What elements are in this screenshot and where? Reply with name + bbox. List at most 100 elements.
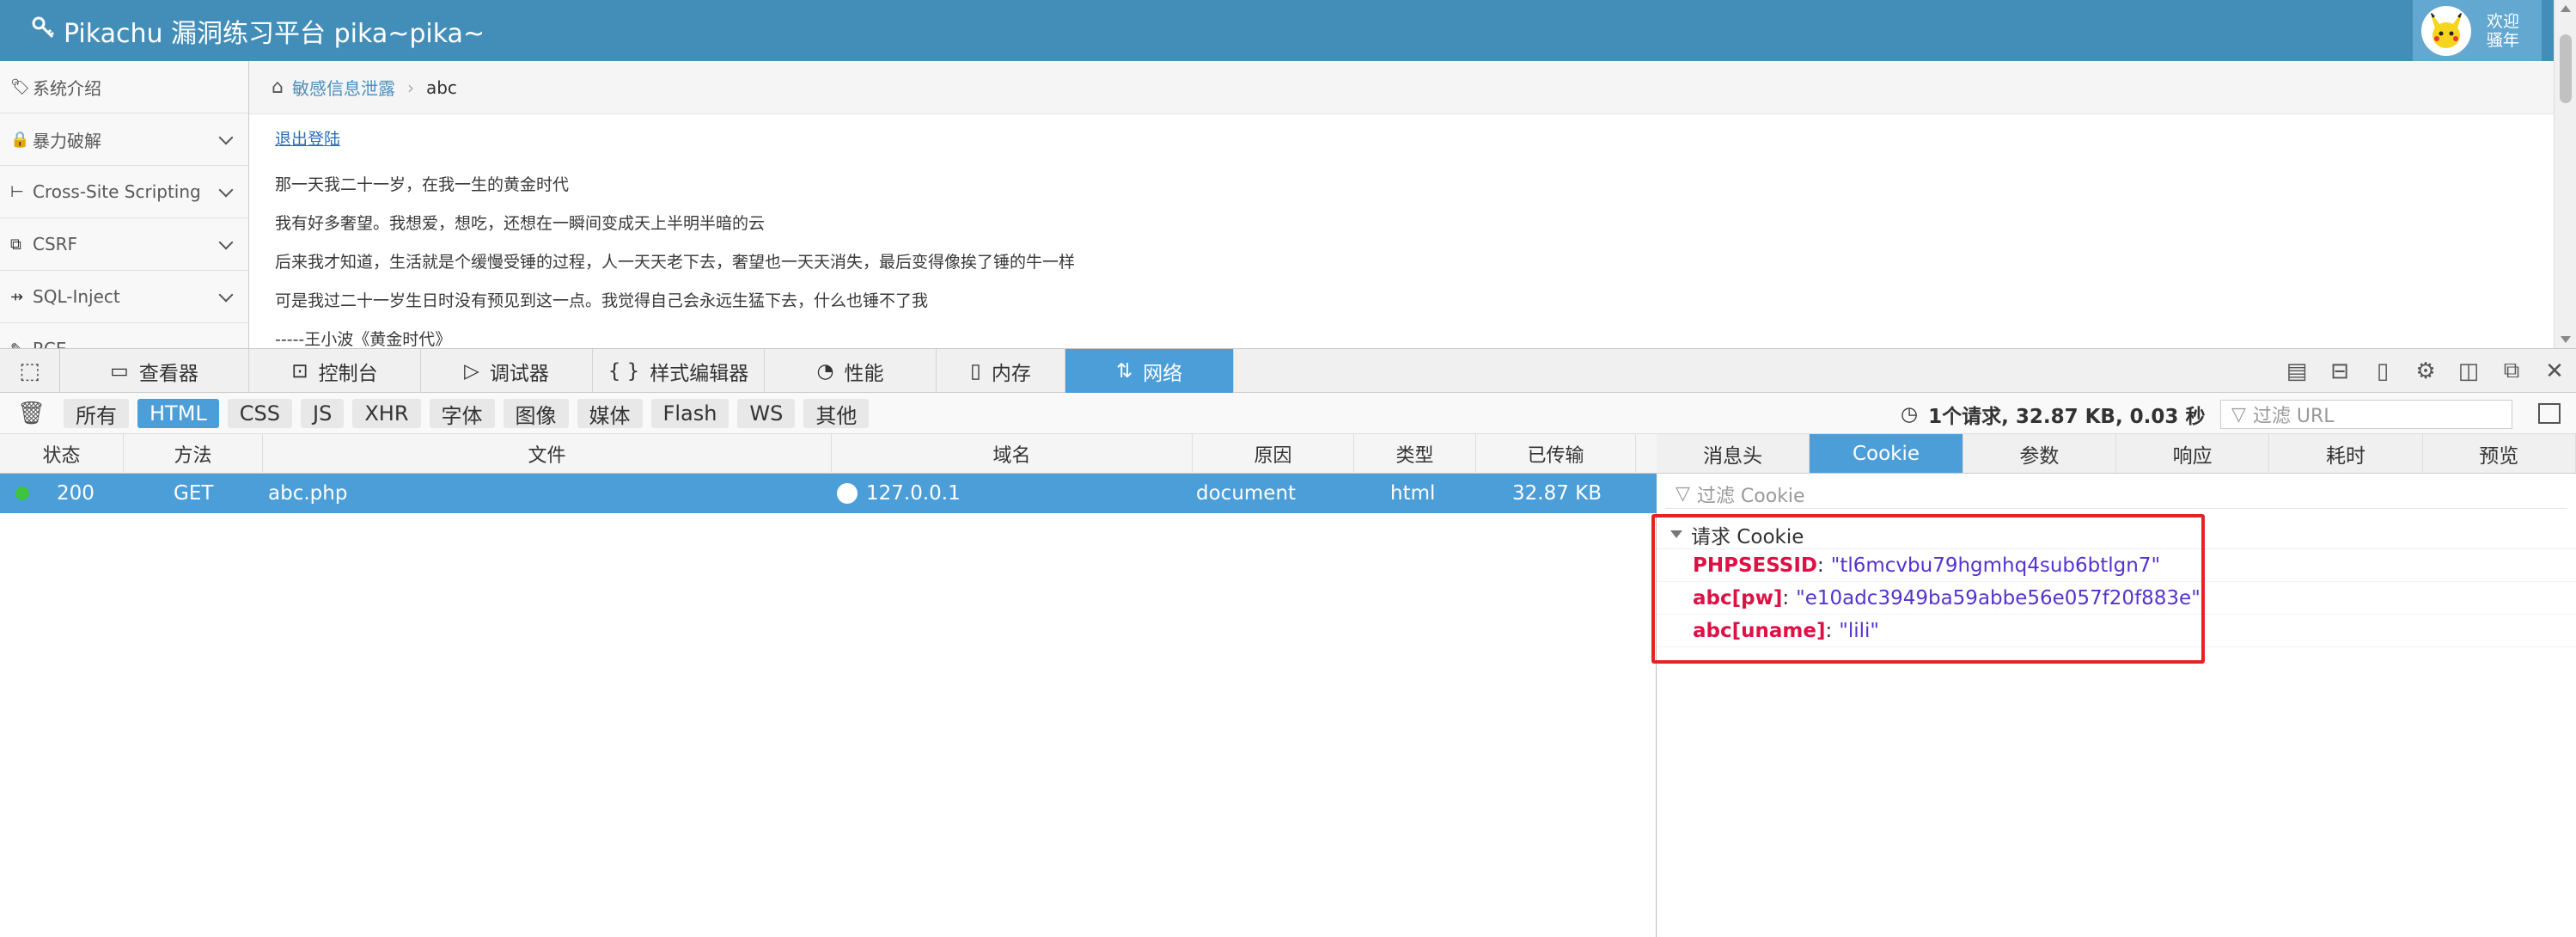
needle-icon: ⇸ bbox=[10, 287, 24, 306]
tab-headers[interactable]: 消息头 bbox=[1657, 434, 1810, 473]
sidebar-item-label: Cross-Site Scripting bbox=[33, 181, 201, 202]
filter-ws[interactable]: WS bbox=[737, 399, 796, 428]
scroll-up-icon[interactable] bbox=[2561, 5, 2571, 12]
filter-fonts[interactable]: 字体 bbox=[429, 399, 495, 428]
element-picker-icon[interactable]: ⬚ bbox=[0, 349, 60, 393]
settings-icon[interactable]: ⚙ bbox=[2404, 358, 2447, 384]
scroll-down-icon[interactable] bbox=[2561, 336, 2571, 343]
tab-performance[interactable]: ◔ 性能 bbox=[765, 349, 937, 393]
trash-icon[interactable]: 🗑 bbox=[17, 401, 46, 426]
filter-all[interactable]: 所有 bbox=[64, 399, 129, 428]
globe-icon bbox=[837, 483, 858, 504]
tab-inspector[interactable]: ▭ 查看器 bbox=[60, 349, 249, 393]
column-method[interactable]: 方法 bbox=[124, 434, 263, 474]
filter-js[interactable]: JS bbox=[301, 399, 345, 428]
chevron-right-icon: › bbox=[406, 77, 414, 98]
chevron-down-icon bbox=[218, 235, 234, 250]
breadcrumb-parent-link[interactable]: 敏感信息泄露 bbox=[292, 75, 395, 100]
undock-icon[interactable]: ⧉ bbox=[2490, 358, 2533, 384]
cookie-filter-input[interactable]: ▽ 过滤 Cookie bbox=[1665, 480, 2567, 509]
column-type[interactable]: 类型 bbox=[1354, 434, 1476, 474]
tab-network[interactable]: ⇅ 网络 bbox=[1065, 349, 1234, 393]
home-icon[interactable]: ⌂ bbox=[272, 77, 284, 98]
breadcrumb: ⌂ 敏感信息泄露 › abc bbox=[249, 61, 2554, 114]
sidebar-item-label: 系统介绍 bbox=[33, 77, 101, 99]
sidebar-item-csrf[interactable]: ⧉ CSRF bbox=[0, 218, 248, 271]
tab-memory[interactable]: ▯ 内存 bbox=[937, 349, 1065, 393]
brand[interactable]: Pikachu 漏洞练习平台 pika~pika~ bbox=[31, 12, 485, 50]
toggle-sidebar-icon[interactable] bbox=[2538, 403, 2561, 424]
console-split-icon[interactable]: ⊟ bbox=[2318, 358, 2361, 384]
debugger-icon: ▷ bbox=[464, 359, 479, 383]
logout-link[interactable]: 退出登陆 bbox=[275, 126, 1075, 150]
avatar bbox=[2421, 5, 2471, 56]
tab-preview[interactable]: 预览 bbox=[2423, 434, 2576, 473]
style-editor-icon: { } bbox=[607, 359, 640, 383]
column-status[interactable]: 状态 bbox=[0, 434, 124, 474]
sidebar-item-xss[interactable]: ⊢ Cross-Site Scripting bbox=[0, 166, 248, 218]
sidebar-item-rce[interactable]: ✎ RCE bbox=[0, 323, 248, 348]
filter-media[interactable]: 媒体 bbox=[577, 399, 643, 428]
tab-cookies[interactable]: Cookie bbox=[1810, 434, 1963, 473]
type-filters: 所有 HTML CSS JS XHR 字体 图像 媒体 Flash WS 其他 bbox=[64, 399, 870, 428]
close-icon[interactable]: ✕ bbox=[2533, 358, 2576, 384]
user-menu[interactable]: 欢迎 骚年 bbox=[2413, 0, 2542, 61]
tree-icon: ⊢ bbox=[10, 182, 24, 201]
column-domain[interactable]: 域名 bbox=[832, 434, 1193, 474]
tab-style-editor[interactable]: { } 样式编辑器 bbox=[593, 349, 765, 393]
cell-status: 200 bbox=[57, 482, 95, 505]
cookie-name: PHPSESSID bbox=[1693, 554, 1817, 577]
wrench-icon: ✎ bbox=[10, 340, 29, 349]
scrollbar-thumb[interactable] bbox=[2560, 34, 2572, 103]
username: 骚年 bbox=[2487, 30, 2520, 50]
sidebar-item-intro[interactable]: 🏷 系统介绍 bbox=[0, 61, 248, 113]
lock-icon: 🔒 bbox=[10, 130, 30, 149]
tab-console[interactable]: ⊡ 控制台 bbox=[249, 349, 421, 393]
url-filter-input[interactable]: ▽ 过滤 URL bbox=[2220, 400, 2512, 429]
domain-text: 127.0.0.1 bbox=[866, 482, 961, 505]
sidebar-item-sqli[interactable]: ⇸ SQL-Inject bbox=[0, 271, 248, 323]
sidebar-item-label: SQL-Inject bbox=[33, 286, 120, 307]
sidebar-item-bruteforce[interactable]: 🔒 暴力破解 bbox=[0, 113, 248, 166]
tab-response[interactable]: 响应 bbox=[2116, 434, 2270, 473]
filter-html[interactable]: HTML bbox=[137, 399, 219, 428]
section-toggle[interactable]: 请求 Cookie bbox=[1657, 520, 2576, 549]
cookie-row[interactable]: abc[pw]: "e10adc3949ba59abbe56e057f20f88… bbox=[1657, 582, 2576, 615]
column-file[interactable]: 文件 bbox=[263, 434, 832, 474]
section-title: 请求 Cookie bbox=[1691, 525, 1804, 548]
tag-icon: 🏷 bbox=[10, 77, 30, 96]
performance-icon: ◔ bbox=[816, 359, 834, 383]
tab-timings[interactable]: 耗时 bbox=[2269, 434, 2423, 473]
filter-images[interactable]: 图像 bbox=[503, 399, 569, 428]
inspector-icon: ▭ bbox=[110, 359, 129, 383]
content-line: 我有好多奢望。我想爱，想吃，还想在一瞬间变成天上半明半暗的云 bbox=[275, 214, 766, 233]
dock-side-icon[interactable]: ◫ bbox=[2447, 358, 2490, 384]
chevron-down-icon bbox=[218, 130, 234, 145]
filter-css[interactable]: CSS bbox=[227, 399, 293, 428]
key-icon bbox=[31, 15, 55, 46]
cookie-row[interactable]: PHPSESSID: "tl6mcvbu79hgmhq4sub6btlgn7" bbox=[1657, 549, 2576, 582]
filter-xhr[interactable]: XHR bbox=[352, 399, 421, 428]
cookie-name: abc[uname] bbox=[1693, 619, 1826, 642]
memory-icon: ▯ bbox=[970, 359, 981, 383]
cookie-value: "tl6mcvbu79hgmhq4sub6btlgn7" bbox=[1830, 554, 2161, 577]
stopwatch-icon[interactable]: ◷ bbox=[1901, 403, 1918, 426]
cookie-row[interactable]: abc[uname]: "lili" bbox=[1657, 615, 2576, 647]
column-transferred[interactable]: 已传输 bbox=[1476, 434, 1636, 474]
cell-transferred: 32.87 KB bbox=[1512, 482, 1602, 505]
filter-other[interactable]: 其他 bbox=[803, 399, 870, 428]
tab-debugger[interactable]: ▷ 调试器 bbox=[421, 349, 593, 393]
tab-params[interactable]: 参数 bbox=[1963, 434, 2116, 473]
details-tabbar: 消息头 Cookie 参数 响应 耗时 预览 bbox=[1657, 434, 2576, 474]
table-row[interactable]: 200 GET abc.php 127.0.0.1 document html … bbox=[0, 474, 1657, 513]
filter-flash[interactable]: Flash bbox=[650, 399, 729, 428]
tab-label: 内存 bbox=[991, 362, 1031, 385]
page-scrollbar[interactable] bbox=[2554, 0, 2576, 348]
responsive-icon[interactable]: ▤ bbox=[2275, 358, 2318, 384]
column-cause[interactable]: 原因 bbox=[1193, 434, 1354, 474]
cell-method: GET bbox=[174, 482, 214, 505]
device-icon[interactable]: ▯ bbox=[2361, 358, 2404, 384]
sidebar-item-label: CSRF bbox=[33, 234, 78, 254]
content-line: 后来我才知道，生活就是个缓慢受锤的过程，人一天天老下去，奢望也一天天消失，最后变… bbox=[275, 253, 1076, 272]
cell-domain: 127.0.0.1 bbox=[837, 474, 961, 513]
